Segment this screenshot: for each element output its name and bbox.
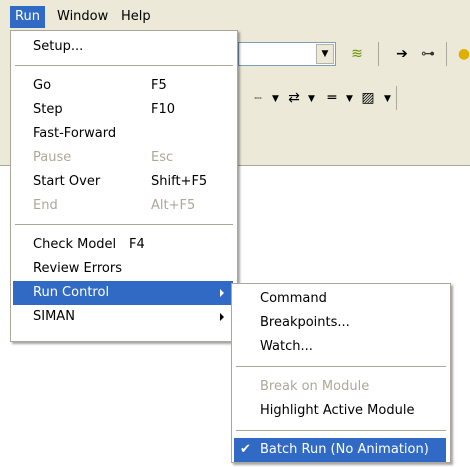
fill-pattern-icon[interactable]: ▨: [356, 86, 380, 110]
menu-item-shortcut: F4: [129, 237, 145, 252]
menu-item-shortcut: F10: [151, 102, 176, 117]
menu-bar: Run Window Help: [0, 0, 470, 30]
menu-item-label: End: [33, 198, 58, 213]
menu-item-label: SIMAN: [33, 309, 75, 324]
menu-separator: [15, 224, 233, 225]
line-style-dropdown-icon[interactable]: ▼: [272, 94, 279, 104]
menu-item-start-over[interactable]: Start Over Shift+F5: [13, 170, 233, 194]
menu-separator: [236, 430, 446, 431]
menu-item-label: Breakpoints...: [260, 315, 350, 330]
menu-item-label: Step: [33, 102, 63, 117]
menu-item-label: Fast-Forward: [33, 126, 117, 141]
menu-item-review-errors[interactable]: Review Errors: [13, 257, 233, 281]
menu-item-label: Check Model: [33, 237, 117, 252]
submenu-item-break-on-module: Break on Module: [234, 375, 446, 399]
toolbar-separator: [378, 42, 379, 66]
submenu-item-breakpoints[interactable]: Breakpoints...: [234, 311, 446, 335]
layers-icon[interactable]: ≋: [345, 42, 369, 66]
line-weight-icon[interactable]: ═: [320, 86, 344, 110]
menu-item-step[interactable]: Step F10: [13, 98, 233, 122]
menu-item-label: Setup...: [33, 39, 84, 54]
menu-item-label: Go: [33, 78, 52, 93]
submenu-arrow-icon: [220, 313, 224, 321]
menu-item-fast-forward[interactable]: Fast-Forward: [13, 122, 233, 146]
menu-item-shortcut: Shift+F5: [151, 174, 208, 189]
run-control-submenu: Command Breakpoints... Watch... Break on…: [231, 283, 451, 463]
submenu-item-batch-run[interactable]: ✔ Batch Run (No Animation): [234, 438, 446, 462]
toolbar-separator: [446, 42, 447, 66]
submenu-item-command[interactable]: Command: [234, 287, 446, 311]
menu-item-label: Review Errors: [33, 261, 122, 276]
arrow-style-icon[interactable]: ⇄: [282, 86, 306, 110]
submenu-arrow-icon: [220, 289, 224, 297]
submenu-item-highlight-active-module[interactable]: Highlight Active Module: [234, 399, 446, 423]
connect-icon[interactable]: ⊶: [416, 42, 440, 66]
menu-item-label: Highlight Active Module: [260, 403, 415, 418]
fill-pattern-dropdown-icon[interactable]: ▼: [384, 94, 391, 104]
menu-item-label: Pause: [33, 150, 72, 165]
lightbulb-icon[interactable]: ●: [452, 42, 470, 66]
menu-item-label: Watch...: [260, 339, 313, 354]
line-style-icon[interactable]: ┈: [246, 86, 270, 110]
menu-item-end: End Alt+F5: [13, 194, 233, 218]
submenu-item-watch[interactable]: Watch...: [234, 335, 446, 359]
menu-separator: [236, 366, 446, 367]
menu-item-label: Break on Module: [260, 379, 370, 394]
combo-dropdown-button[interactable]: ▼: [316, 44, 334, 64]
menu-item-shortcut: Alt+F5: [151, 198, 196, 213]
menu-window[interactable]: Window: [52, 6, 113, 28]
menu-item-check-model[interactable]: Check Model F4: [13, 233, 233, 257]
menu-item-shortcut: F5: [151, 78, 167, 93]
menu-item-pause: Pause Esc: [13, 146, 233, 170]
menu-item-go[interactable]: Go F5: [13, 74, 233, 98]
menu-item-shortcut: Esc: [151, 150, 174, 165]
menu-item-label: Start Over: [33, 174, 101, 189]
checkmark-icon: ✔: [240, 442, 251, 457]
toolbar-combo[interactable]: ▼: [238, 42, 336, 66]
menu-separator: [15, 65, 233, 66]
menu-item-siman[interactable]: SIMAN: [13, 305, 233, 329]
menu-item-run-control[interactable]: Run Control: [13, 281, 233, 305]
menu-item-label: Batch Run (No Animation): [260, 442, 429, 457]
toolbar-separator: [396, 86, 397, 110]
menu-item-label: Command: [260, 291, 327, 306]
run-menu: Setup... Go F5 Step F10 Fast-Forward Pau…: [10, 30, 238, 342]
menu-run[interactable]: Run: [10, 6, 45, 28]
menu-help[interactable]: Help: [116, 6, 156, 28]
arrow-style-dropdown-icon[interactable]: ▼: [308, 94, 315, 104]
menu-item-setup[interactable]: Setup...: [13, 35, 233, 59]
step-into-icon[interactable]: ➔: [390, 42, 414, 66]
line-weight-dropdown-icon[interactable]: ▼: [346, 94, 353, 104]
menu-item-label: Run Control: [33, 285, 110, 300]
